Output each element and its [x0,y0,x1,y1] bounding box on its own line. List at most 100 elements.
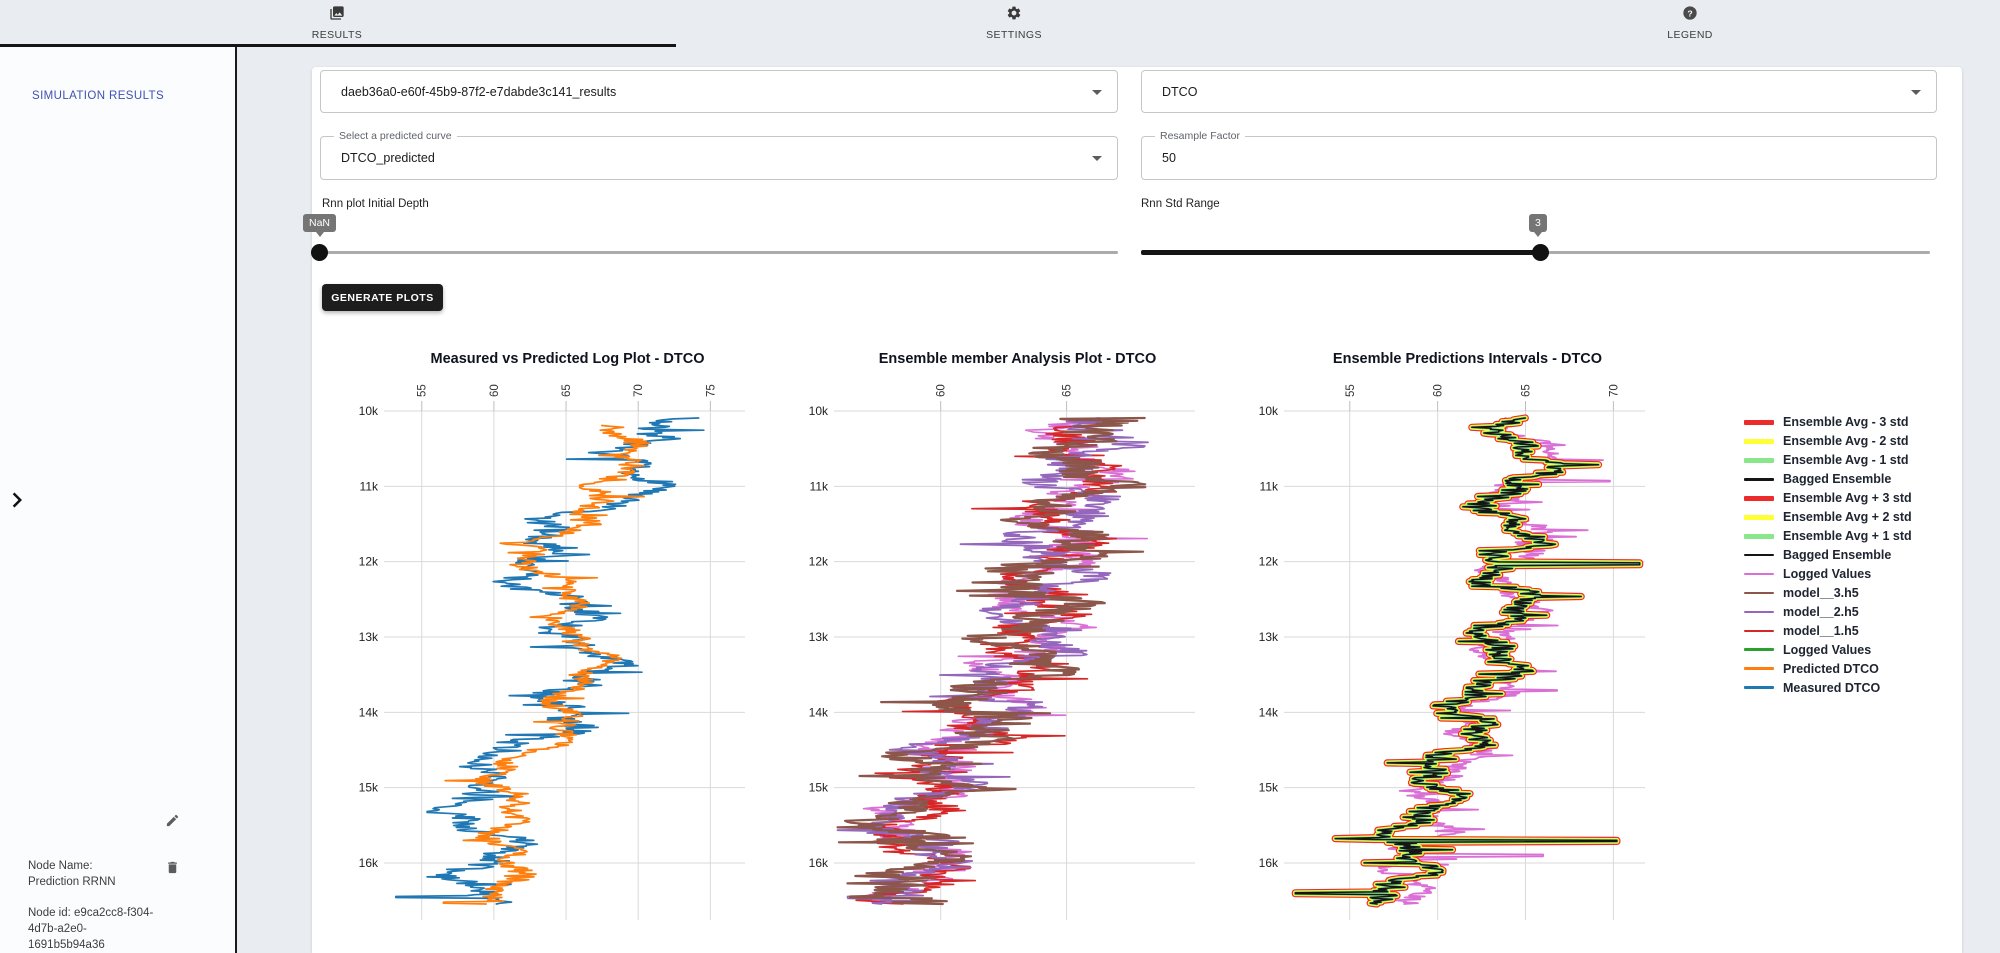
chart-2: Ensemble member Analysis Plot - DTCO 10k 1… [780,345,1210,935]
legend-label: model__1.h5 [1783,624,1859,638]
top-tab-bar: RESULTS SETTINGS ? LEGEND [0,0,2000,47]
x-tick-label: 70 [633,384,645,397]
results-select[interactable]: daeb36a0-e60f-45b9-87f2-e7dabde3c141_res… [320,70,1118,113]
help-icon: ? [1682,5,1698,26]
legend-swatch [1744,496,1774,501]
edit-icon[interactable] [165,813,180,833]
legend-entry: Ensemble Avg - 3 std [1744,413,1912,432]
y-tick-label: 10k [1259,404,1279,418]
series-ensemble-band-avg-1-2-3-std-bagged-ensemble- [1295,418,1639,904]
node-name-text: Node Name: Prediction RRNN [28,858,160,890]
legend-entry: Logged Values [1744,640,1912,659]
results-select-value: daeb36a0-e60f-45b9-87f2-e7dabde3c141_res… [341,85,616,99]
x-tick-label: 65 [1520,384,1532,397]
chart-3: Ensemble Predictions Intervals - DTCO 10k… [1230,345,1660,935]
chart-title: Ensemble member Analysis Plot - DTCO [879,351,1156,367]
legend-label: Predicted DTCO [1783,662,1879,676]
legend-swatch [1744,515,1774,520]
legend-label: Ensemble Avg - 3 std [1783,415,1909,429]
legend-swatch [1744,439,1774,444]
series-ensemble-band-avg-1-2-3-std-bagged-ensemble- [1295,418,1639,904]
std-slider-track-active[interactable] [1141,250,1540,255]
x-tick-label: 55 [1345,384,1357,397]
tab-legend-label: LEGEND [1667,29,1713,41]
x-tick-label: 65 [561,384,573,397]
legend-swatch [1744,648,1774,651]
tab-settings-label: SETTINGS [986,29,1042,41]
y-tick-label: 11k [360,479,379,493]
predicted-curve-select[interactable]: Select a predicted curve DTCO_predicted [320,136,1118,180]
tab-results[interactable]: RESULTS [262,5,412,41]
resample-factor-value: 50 [1162,151,1176,165]
legend-swatch [1744,478,1774,481]
plot-legend: Ensemble Avg - 3 std Ensemble Avg - 2 std… [1744,413,1912,697]
legend-entry: Measured DTCO [1744,678,1912,697]
app-window: RESULTS SETTINGS ? LEGEND SIMULATION RES… [0,0,2000,953]
y-tick-label: 13k [1259,630,1279,644]
std-slider-label: Rnn Std Range [1141,198,1220,210]
node-id-row: Node id: e9ca2cc8-f304-4d7b-a2e0-1691b5b… [28,905,160,953]
y-tick-label: 14k [359,705,379,719]
tab-results-label: RESULTS [312,29,362,41]
x-tick-label: 75 [705,384,717,397]
x-tick-label: 55 [417,384,429,397]
chevron-right-icon [2,502,32,519]
sidebar: SIMULATION RESULTS Node Name: Prediction… [0,47,237,953]
depth-slider-track[interactable] [320,251,1118,254]
generate-plots-button[interactable]: GENERATE PLOTS [322,284,443,311]
sidebar-expand-button[interactable] [2,485,34,517]
legend-label: Bagged Ensemble [1783,548,1891,562]
y-tick-label: 12k [1259,555,1279,569]
y-tick-label: 10k [809,404,829,418]
legend-label: Logged Values [1783,643,1871,657]
legend-label: Ensemble Avg - 2 std [1783,434,1909,448]
tab-legend[interactable]: ? LEGEND [1615,5,1765,41]
legend-label: model__3.h5 [1783,586,1859,600]
y-tick-label: 13k [809,630,829,644]
legend-swatch [1744,534,1774,539]
depth-slider-thumb[interactable] [311,244,328,261]
std-slider-tooltip: 3 [1529,214,1547,232]
std-slider-track[interactable] [1540,251,1930,254]
y-tick-label: 16k [1259,856,1279,870]
delete-icon[interactable] [165,860,180,880]
y-tick-label: 10k [359,404,379,418]
legend-entry: model__3.h5 [1744,583,1912,602]
legend-swatch [1744,592,1774,595]
curve-select[interactable]: DTCO [1141,70,1937,113]
std-slider-thumb[interactable] [1532,244,1549,261]
predicted-curve-select-label: Select a predicted curve [334,130,457,142]
chart-title: Measured vs Predicted Log Plot - DTCO [431,351,705,367]
legend-label: Ensemble Avg + 2 std [1783,510,1912,524]
x-tick-label: 60 [936,384,948,397]
dropdown-arrow-icon [1092,156,1102,161]
predicted-curve-select-value: DTCO_predicted [341,151,435,165]
legend-swatch [1744,420,1774,425]
depth-slider-tooltip: NaN [303,214,336,232]
legend-entry: Bagged Ensemble [1744,546,1912,565]
legend-swatch [1744,630,1774,633]
legend-swatch [1744,667,1774,670]
legend-entry: Bagged Ensemble [1744,470,1912,489]
sidebar-title: SIMULATION RESULTS [32,90,164,102]
svg-text:?: ? [1687,8,1692,18]
y-tick-label: 15k [359,781,379,795]
y-tick-label: 14k [1259,705,1279,719]
results-icon [329,5,345,26]
y-tick-label: 16k [809,856,829,870]
node-id-text: Node id: e9ca2cc8-f304-4d7b-a2e0-1691b5b… [28,905,160,953]
curve-select-value: DTCO [1162,85,1197,99]
legend-swatch [1744,573,1774,576]
legend-label: Ensemble Avg + 3 std [1783,491,1912,505]
dropdown-arrow-icon [1911,90,1921,95]
legend-label: Ensemble Avg + 1 std [1783,529,1912,543]
tab-settings[interactable]: SETTINGS [939,5,1089,41]
legend-entry: Ensemble Avg - 1 std [1744,451,1912,470]
x-tick-label: 65 [1062,384,1074,397]
tooltip-pointer [1534,232,1542,237]
y-tick-label: 16k [359,856,379,870]
legend-entry: Ensemble Avg + 1 std [1744,527,1912,546]
chart-title: Ensemble Predictions Intervals - DTCO [1333,351,1602,367]
resample-factor-field[interactable]: Resample Factor 50 [1141,136,1937,180]
legend-entry: Ensemble Avg - 2 std [1744,432,1912,451]
